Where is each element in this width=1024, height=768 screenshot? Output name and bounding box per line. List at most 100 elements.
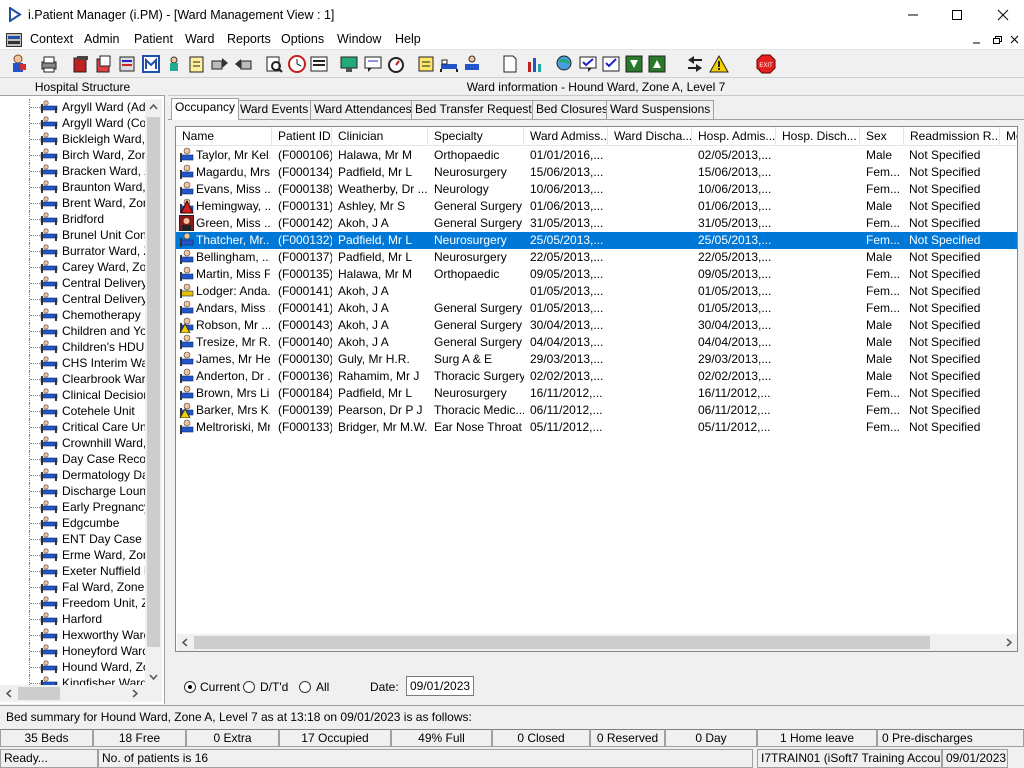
- document-window-icon[interactable]: [6, 33, 22, 47]
- bar-chart-icon[interactable]: [525, 54, 545, 74]
- date-field[interactable]: 09/01/2023: [406, 676, 474, 696]
- table-row[interactable]: James, Mr He... (F000130) Guly, Mr H.R. Sur…: [176, 351, 1017, 368]
- tree-item-ward[interactable]: Kingfisher Ward: [0, 675, 145, 685]
- table-row[interactable]: Bellingham, ... (F000137) Padfield, Mr L Ne…: [176, 249, 1017, 266]
- message-icon[interactable]: [363, 54, 383, 74]
- tree-horizontal-scroll-thumb[interactable]: [18, 687, 60, 700]
- menu-admin[interactable]: Admin: [84, 32, 119, 46]
- discharge-icon[interactable]: [233, 54, 253, 74]
- tree-item-ward[interactable]: Early Pregnancy I: [0, 499, 145, 515]
- tree-item-ward[interactable]: Hound Ward, Zor: [0, 659, 145, 675]
- table-row[interactable]: Evans, Miss ... (F000138) Weatherby, Dr ..…: [176, 181, 1017, 198]
- tree-item-ward[interactable]: Freedom Unit, Zo: [0, 595, 145, 611]
- column-header-more[interactable]: Me: [1000, 127, 1017, 146]
- tab-bed-closures[interactable]: Bed Closures: [532, 100, 613, 119]
- tree-item-ward[interactable]: Honeyford Ward,: [0, 643, 145, 659]
- column-header-patient-id[interactable]: Patient ID: [272, 127, 332, 146]
- tree-item-ward[interactable]: Braunton Ward, Z: [0, 179, 145, 195]
- green-arrow-up-icon[interactable]: [647, 54, 667, 74]
- tree-item-ward[interactable]: Exeter Nuffield H: [0, 563, 145, 579]
- tree-item-ward[interactable]: Central Delivery S: [0, 291, 145, 307]
- ward-notes-icon[interactable]: [416, 54, 436, 74]
- tree-item-ward[interactable]: Discharge Loung: [0, 483, 145, 499]
- printer-icon[interactable]: [39, 54, 59, 74]
- column-header-specialty[interactable]: Specialty: [428, 127, 524, 146]
- tree-item-ward[interactable]: Hexworthy Ward,: [0, 627, 145, 643]
- tree-item-ward[interactable]: Argyll Ward (Adul: [0, 99, 145, 115]
- tree-item-ward[interactable]: Carey Ward, Zon: [0, 259, 145, 275]
- tree-item-ward[interactable]: Burrator Ward, Zo: [0, 243, 145, 259]
- tree-item-ward[interactable]: Dermatology Day: [0, 467, 145, 483]
- tree-item-ward[interactable]: Clinical Decision I: [0, 387, 145, 403]
- filter-dtd-label[interactable]: D/T'd: [260, 680, 288, 694]
- stopwatch-icon[interactable]: [386, 54, 406, 74]
- scroll-up-icon[interactable]: [149, 103, 158, 111]
- person-card-icon[interactable]: [164, 54, 184, 74]
- admit-icon[interactable]: [94, 54, 114, 74]
- table-row[interactable]: Taylor, Mr Kel... (F000106) Halawa, Mr M Or…: [176, 147, 1017, 164]
- tree-item-ward[interactable]: Fal Ward, Zone E: [0, 579, 145, 595]
- exit-icon[interactable]: EXIT: [756, 54, 776, 74]
- table-row[interactable]: Meltroriski, Mr... (F000133) Bridger, Mr M…: [176, 419, 1017, 436]
- menu-context[interactable]: Context: [30, 32, 73, 46]
- tree-item-ward[interactable]: ENT Day Case U: [0, 531, 145, 547]
- checklist-icon[interactable]: [601, 54, 621, 74]
- table-row[interactable]: Tresize, Mr R... (F000140) Akoh, J A Genera…: [176, 334, 1017, 351]
- tree-item-ward[interactable]: Bickleigh Ward, Z: [0, 131, 145, 147]
- menu-options[interactable]: Options: [281, 32, 324, 46]
- table-row[interactable]: Green, Miss ... (F000142) Akoh, J A General…: [176, 215, 1017, 232]
- tree-item-ward[interactable]: Brent Ward, Zone: [0, 195, 145, 211]
- tree-item-ward[interactable]: Argyll Ward (Cots: [0, 115, 145, 131]
- table-row[interactable]: Lodger: Anda... (F000141) Akoh, J A 01/05/2…: [176, 283, 1017, 300]
- tree-item-ward[interactable]: Edgcumbe: [0, 515, 145, 531]
- tree-item-ward[interactable]: Day Case Recov: [0, 451, 145, 467]
- tree-item-ward[interactable]: Harford: [0, 611, 145, 627]
- menu-patient[interactable]: Patient: [134, 32, 173, 46]
- tree-item-ward[interactable]: Children's HDU (N: [0, 339, 145, 355]
- tree-item-ward[interactable]: Birch Ward, Zone: [0, 147, 145, 163]
- column-header-sex[interactable]: Sex: [860, 127, 904, 146]
- blank-document-icon[interactable]: [500, 54, 520, 74]
- tree-vertical-scroll-thumb[interactable]: [147, 117, 160, 647]
- table-row[interactable]: Hemingway, ... (F000131) Ashley, Mr S Gener…: [176, 198, 1017, 215]
- tree-item-ward[interactable]: Clearbrook Ward,: [0, 371, 145, 387]
- tab-ward-attendances[interactable]: Ward Attendances: [310, 100, 416, 119]
- tree-item-ward[interactable]: CHS Interim War: [0, 355, 145, 371]
- column-header-clinician[interactable]: Clinician: [332, 127, 428, 146]
- patient-search-icon[interactable]: [8, 54, 28, 74]
- monitor-icon[interactable]: [339, 54, 359, 74]
- table-row[interactable]: Thatcher, Mr... (F000132) Padfield, Mr L Ne…: [176, 232, 1017, 249]
- table-row[interactable]: Robson, Mr ... (F000143) Akoh, J A General …: [176, 317, 1017, 334]
- tree-horizontal-scrollbar[interactable]: [0, 685, 162, 702]
- filter-all-label[interactable]: All: [316, 680, 329, 694]
- list-scroll-left-icon[interactable]: [181, 638, 189, 647]
- menu-help[interactable]: Help: [395, 32, 421, 46]
- green-arrow-down-icon[interactable]: [624, 54, 644, 74]
- close-button[interactable]: [980, 0, 1024, 30]
- column-header-name[interactable]: Name: [176, 127, 272, 146]
- tab-ward-suspensions[interactable]: Ward Suspensions: [606, 100, 715, 119]
- filter-dtd-radio[interactable]: [243, 681, 255, 693]
- filter-current-label[interactable]: Current: [200, 680, 240, 694]
- menu-ward[interactable]: Ward: [185, 32, 214, 46]
- maximize-button[interactable]: [934, 0, 980, 30]
- warning-icon[interactable]: [709, 54, 729, 74]
- tree-item-ward[interactable]: Bracken Ward, Z: [0, 163, 145, 179]
- tree-item-ward[interactable]: Critical Care Unit: [0, 419, 145, 435]
- tree-item-ward[interactable]: Erme Ward, Zone: [0, 547, 145, 563]
- list-scroll-right-icon[interactable]: [1005, 638, 1013, 647]
- swap-arrows-icon[interactable]: [685, 54, 705, 74]
- filter-all-radio[interactable]: [299, 681, 311, 693]
- notes-icon[interactable]: [187, 54, 207, 74]
- list-horizontal-scrollbar[interactable]: [177, 634, 1017, 651]
- tree-item-ward[interactable]: Children and You: [0, 323, 145, 339]
- column-header-ward-discharge[interactable]: Ward Discha...: [608, 127, 692, 146]
- column-header-readmission[interactable]: Readmission R...: [904, 127, 1000, 146]
- tree-item-ward[interactable]: Cotehele Unit: [0, 403, 145, 419]
- title-bar[interactable]: i.Patient Manager (i.PM) - [Ward Managem…: [0, 0, 1024, 30]
- minimize-button[interactable]: [890, 0, 936, 30]
- form-icon[interactable]: [117, 54, 137, 74]
- bed-icon[interactable]: [439, 54, 459, 74]
- table-row[interactable]: Anderton, Dr ... (F000136) Rahamim, Mr J Th…: [176, 368, 1017, 385]
- mdi-close-icon[interactable]: [1008, 34, 1022, 46]
